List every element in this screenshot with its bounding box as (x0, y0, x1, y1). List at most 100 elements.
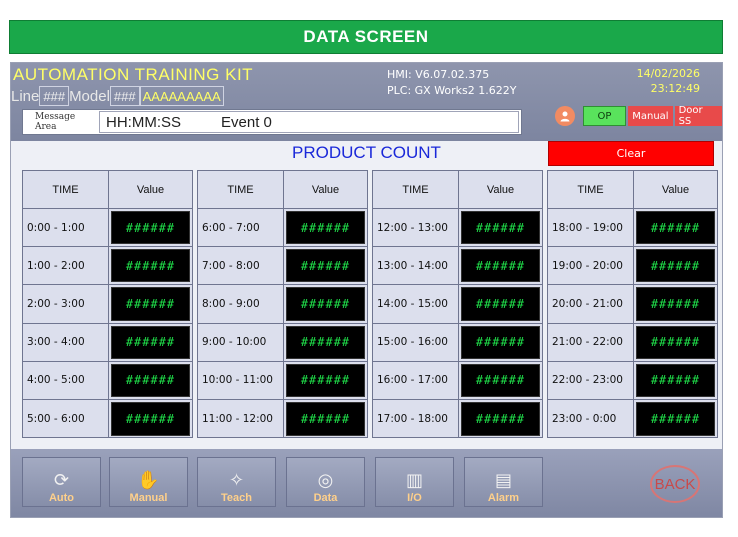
table-row: 6:00 - 7:00 ###### (198, 209, 367, 248)
count-value-display: ###### (111, 363, 190, 397)
model-name-field[interactable]: AAAAAAAAA (139, 86, 224, 106)
count-value-display: ###### (286, 363, 365, 397)
io-label: I/O (407, 492, 422, 504)
kit-title: AUTOMATION TRAINING KIT (13, 65, 254, 84)
refresh-icon: ⟳ (53, 470, 70, 491)
line-label: Line (11, 87, 40, 105)
auto-button[interactable]: ⟳ Auto (22, 457, 101, 507)
time-slot: 22:00 - 23:00 (548, 361, 634, 399)
line-value-field[interactable]: ### (39, 86, 70, 106)
count-value-display: ###### (461, 363, 540, 397)
teach-button[interactable]: ✧ Teach (197, 457, 276, 507)
count-value-display: ###### (111, 287, 190, 321)
table-row: 21:00 - 22:00 ###### (548, 323, 717, 362)
count-value-display: ###### (461, 249, 540, 283)
io-icon: ▥ (405, 470, 423, 491)
time-column-header: TIME (373, 171, 459, 208)
time-slot: 4:00 - 5:00 (23, 361, 109, 399)
table-row: 5:00 - 6:00 ###### (23, 399, 192, 439)
time-slot: 23:00 - 0:00 (548, 399, 634, 439)
table-row: 11:00 - 12:00 ###### (198, 399, 367, 439)
clear-button[interactable]: Clear (548, 141, 714, 166)
plc-version: PLC: GX Works2 1.622Y (387, 84, 517, 97)
time-slot: 11:00 - 12:00 (198, 399, 284, 439)
table-row: 17:00 - 18:00 ###### (373, 399, 542, 439)
table-row: 0:00 - 1:00 ###### (23, 209, 192, 248)
line-model-row: Line ### Model ### AAAAAAAAA (11, 85, 224, 107)
hand-icon: ✋ (137, 470, 160, 491)
status-group: OP Manual Door SS (546, 105, 722, 127)
time-slot: 1:00 - 2:00 (23, 247, 109, 285)
time-column-header: TIME (23, 171, 109, 208)
alarm-icon: ▤ (494, 470, 512, 491)
message-time: HH:MM:SS (106, 113, 181, 131)
count-value-display: ###### (636, 325, 715, 359)
time-slot: 14:00 - 15:00 (373, 285, 459, 323)
manual-mode-badge: Manual (628, 106, 673, 126)
count-value-display: ###### (461, 287, 540, 321)
door-status-badge: Door SS (674, 105, 722, 127)
teach-label: Teach (221, 492, 252, 504)
count-value-display: ###### (461, 401, 540, 437)
alarm-label: Alarm (487, 492, 520, 504)
table-row: 4:00 - 5:00 ###### (23, 361, 192, 400)
value-column-header: Value (136, 183, 165, 196)
op-status-badge: OP (582, 106, 627, 126)
table-row: 8:00 - 9:00 ###### (198, 285, 367, 324)
time-slot: 18:00 - 19:00 (548, 209, 634, 247)
time: 23:12:49 (650, 82, 700, 95)
table-row: 1:00 - 2:00 ###### (23, 247, 192, 286)
time-slot: 6:00 - 7:00 (198, 209, 284, 247)
date-time: 14/02/2026 23:12:49 (637, 66, 700, 96)
table-row: 2:00 - 3:00 ###### (23, 285, 192, 324)
table-row: 13:00 - 14:00 ###### (373, 247, 542, 286)
model-label: Model (69, 87, 110, 105)
count-value-display: ###### (461, 211, 540, 245)
value-column-header: Value (311, 183, 340, 196)
time-slot: 0:00 - 1:00 (23, 209, 109, 247)
time-slot: 10:00 - 11:00 (198, 361, 284, 399)
time-slot: 3:00 - 4:00 (23, 323, 109, 361)
time-slot: 15:00 - 16:00 (373, 323, 459, 361)
message-field: HH:MM:SS Event 0 (99, 111, 519, 133)
table-row: 16:00 - 17:00 ###### (373, 361, 542, 400)
table-header: TIME Value (23, 171, 192, 209)
model-value-field[interactable]: ### (109, 86, 140, 106)
count-value-display: ###### (636, 249, 715, 283)
back-label: BACK (654, 475, 696, 493)
count-value-display: ###### (636, 363, 715, 397)
hmi-panel: AUTOMATION TRAINING KIT Line ### Model #… (10, 62, 723, 518)
table-header: TIME Value (548, 171, 717, 209)
count-table-1: TIME Value 0:00 - 1:00 ###### 1:00 - 2:00 ###… (22, 170, 193, 439)
count-table-4: TIME Value 18:00 - 19:00 ###### 19:00 - 20:0… (547, 170, 718, 439)
count-value-display: ###### (286, 287, 365, 321)
back-button[interactable]: BACK (650, 465, 700, 503)
message-event: Event 0 (221, 113, 272, 131)
io-button[interactable]: ▥ I/O (375, 457, 454, 507)
data-button[interactable]: ◎ Data (286, 457, 365, 507)
user-icon[interactable] (555, 106, 575, 126)
value-column-header: Value (661, 183, 690, 196)
footer-nav: ⟳ Auto ✋ Manual ✧ Teach ◎ Data ▥ I/O ▤ A… (11, 449, 722, 517)
product-count-tables: TIME Value 0:00 - 1:00 ###### 1:00 - 2:00 ###… (22, 170, 719, 439)
alarm-button[interactable]: ▤ Alarm (464, 457, 543, 507)
model-name: AAAAAAAAA (142, 88, 221, 104)
table-row: 7:00 - 8:00 ###### (198, 247, 367, 286)
count-value-display: ###### (461, 325, 540, 359)
manual-button[interactable]: ✋ Manual (109, 457, 188, 507)
value-column-header: Value (486, 183, 515, 196)
time-slot: 19:00 - 20:00 (548, 247, 634, 285)
table-row: 22:00 - 23:00 ###### (548, 361, 717, 400)
data-label: Data (313, 492, 338, 504)
table-row: 23:00 - 0:00 ###### (548, 399, 717, 439)
time-slot: 5:00 - 6:00 (23, 399, 109, 439)
table-row: 12:00 - 13:00 ###### (373, 209, 542, 248)
count-value-display: ###### (111, 249, 190, 283)
time-slot: 20:00 - 21:00 (548, 285, 634, 323)
screen-title-banner: DATA SCREEN (9, 20, 723, 54)
count-value-display: ###### (111, 401, 190, 437)
data-ring-icon: ◎ (317, 470, 334, 491)
manual-label: Manual (129, 492, 168, 504)
table-row: 14:00 - 15:00 ###### (373, 285, 542, 324)
table-row: 9:00 - 10:00 ###### (198, 323, 367, 362)
